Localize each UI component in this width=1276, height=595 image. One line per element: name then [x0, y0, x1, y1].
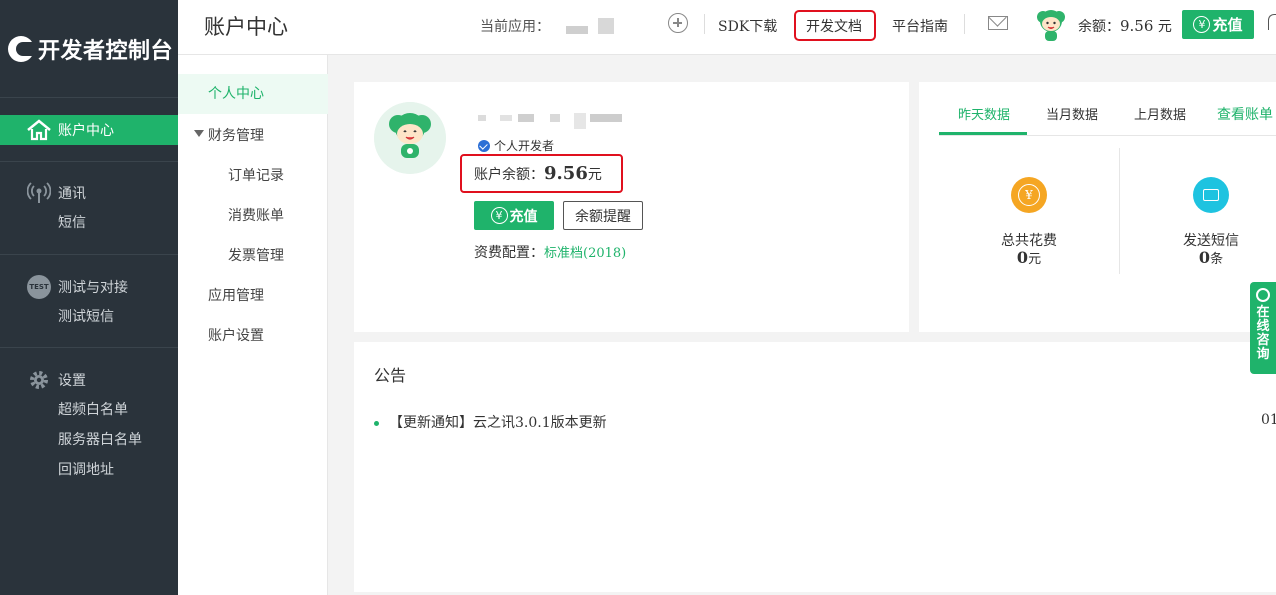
- profile-card: 个人开发者 账户余额：9.56元 ¥ 充值 余额提醒 资费配置：标准档(2018): [354, 82, 909, 332]
- sidebar-item-label: 测试与对接: [58, 280, 128, 296]
- subnav-item-invoices[interactable]: 发票管理: [228, 245, 284, 265]
- sidebar-item-overfreq-whitelist[interactable]: 超频白名单: [0, 395, 178, 425]
- sidebar-item-test-sms[interactable]: 测试短信: [0, 302, 178, 332]
- active-tab-indicator: [939, 132, 1027, 135]
- sidebar: 开发者控制台 账户中心 通讯 短信 TEST 测试与对接 测试短信 设置 超频白…: [0, 0, 178, 595]
- page-title: 账户中心: [204, 15, 288, 39]
- nav-group-settings: 设置 超频白名单 服务器白名单 回调地址: [0, 347, 178, 485]
- tab-last-month[interactable]: 上月数据: [1134, 104, 1186, 123]
- subnav-item-app-mgmt[interactable]: 应用管理: [208, 285, 264, 305]
- yen-icon: ¥: [490, 207, 508, 224]
- current-app-label: 当前应用：: [480, 19, 550, 35]
- account-balance: 账户余额：9.56元: [474, 163, 602, 184]
- headset-icon: [1256, 288, 1270, 302]
- stat-label: 发送短信: [1183, 233, 1239, 249]
- tab-yesterday[interactable]: 昨天数据: [958, 104, 1010, 123]
- gear-icon: [26, 367, 52, 393]
- sidebar-item-label: 设置: [58, 373, 86, 389]
- pricing-plan: 资费配置：标准档(2018): [474, 245, 627, 261]
- sidebar-item-test[interactable]: TEST 测试与对接: [0, 272, 178, 302]
- avatar: [374, 102, 446, 174]
- header-recharge-button[interactable]: ¥ 充值: [1182, 10, 1254, 39]
- platform-guide-link[interactable]: 平台指南: [892, 16, 948, 36]
- stats-card: 昨天数据 当月数据 上月数据 查看账单 ¥ 总共花费 0元 发送短信 0条: [919, 82, 1276, 332]
- sidebar-item-server-whitelist[interactable]: 服务器白名单: [0, 425, 178, 455]
- verified-badge: 个人开发者: [478, 137, 554, 154]
- logo[interactable]: 开发者控制台: [0, 0, 178, 98]
- recharge-button[interactable]: ¥ 充值: [474, 201, 554, 230]
- add-app-icon[interactable]: [668, 13, 688, 33]
- home-icon: [27, 119, 51, 141]
- sidebar-item-label: 通讯: [58, 186, 86, 202]
- nav-group-test: TEST 测试与对接 测试短信: [0, 254, 178, 332]
- current-app-value-blurred: [598, 18, 614, 34]
- top-header: 账户中心 当前应用： SDK下载 开发文档 平台指南 余额：9.56 元 ¥ 充值: [178, 0, 1276, 55]
- logout-icon[interactable]: [1268, 14, 1276, 30]
- online-consult-button[interactable]: 在 线 咨 询: [1250, 282, 1276, 374]
- verified-icon: [478, 139, 490, 152]
- notice-date: 01: [1261, 412, 1276, 428]
- subnav-item-orders[interactable]: 订单记录: [228, 165, 284, 185]
- sidebar-item-sms[interactable]: 短信: [0, 208, 178, 238]
- avatar[interactable]: [1034, 8, 1068, 44]
- stat-label: 总共花费: [1001, 233, 1057, 249]
- sidebar-item-account-center[interactable]: 账户中心: [0, 115, 178, 145]
- test-icon: TEST: [26, 274, 52, 300]
- mail-icon: [1193, 177, 1229, 213]
- subnav-item-finance[interactable]: 财务管理: [194, 125, 264, 145]
- username-blurred: [478, 115, 486, 121]
- tab-this-month[interactable]: 当月数据: [1046, 104, 1098, 123]
- notice-panel: 公告 【更新通知】云之讯3.0.1版本更新 01: [354, 342, 1276, 592]
- yen-icon: ¥: [1011, 177, 1047, 213]
- sidebar-item-callback-url[interactable]: 回调地址: [0, 455, 178, 485]
- yen-icon: ¥: [1193, 16, 1211, 33]
- sidebar-item-comm[interactable]: 通讯: [0, 178, 178, 208]
- sdk-download-link[interactable]: SDK下载: [718, 16, 777, 36]
- header-balance: 余额：9.56 元: [1078, 17, 1172, 35]
- stat-value: 0条: [1198, 248, 1224, 267]
- dev-docs-link[interactable]: 开发文档: [806, 16, 862, 36]
- sidebar-item-settings[interactable]: 设置: [0, 365, 178, 395]
- sub-nav: 个人中心 财务管理 订单记录 消费账单 发票管理 应用管理 账户设置: [178, 55, 328, 595]
- mail-icon[interactable]: [988, 16, 1008, 30]
- subnav-item-consumption[interactable]: 消费账单: [228, 205, 284, 225]
- stat-value: 0元: [1016, 248, 1042, 267]
- logo-text: 开发者控制台: [38, 38, 174, 64]
- subnav-item-personal-center[interactable]: 个人中心: [178, 74, 328, 114]
- logo-icon: [8, 35, 34, 62]
- current-app-value-blurred[interactable]: [566, 26, 588, 34]
- balance-alert-button[interactable]: 余额提醒: [563, 201, 643, 230]
- subnav-item-account-settings[interactable]: 账户设置: [208, 325, 264, 345]
- view-bill-link[interactable]: 查看账单: [1217, 104, 1273, 124]
- notice-title: 公告: [374, 366, 407, 385]
- signal-icon: [26, 180, 52, 206]
- sidebar-item-label: 账户中心: [58, 123, 114, 139]
- nav-group-comm: 通讯 短信: [0, 161, 178, 238]
- pricing-plan-link[interactable]: 标准档(2018): [544, 246, 626, 261]
- notice-item[interactable]: 【更新通知】云之讯3.0.1版本更新: [374, 412, 607, 432]
